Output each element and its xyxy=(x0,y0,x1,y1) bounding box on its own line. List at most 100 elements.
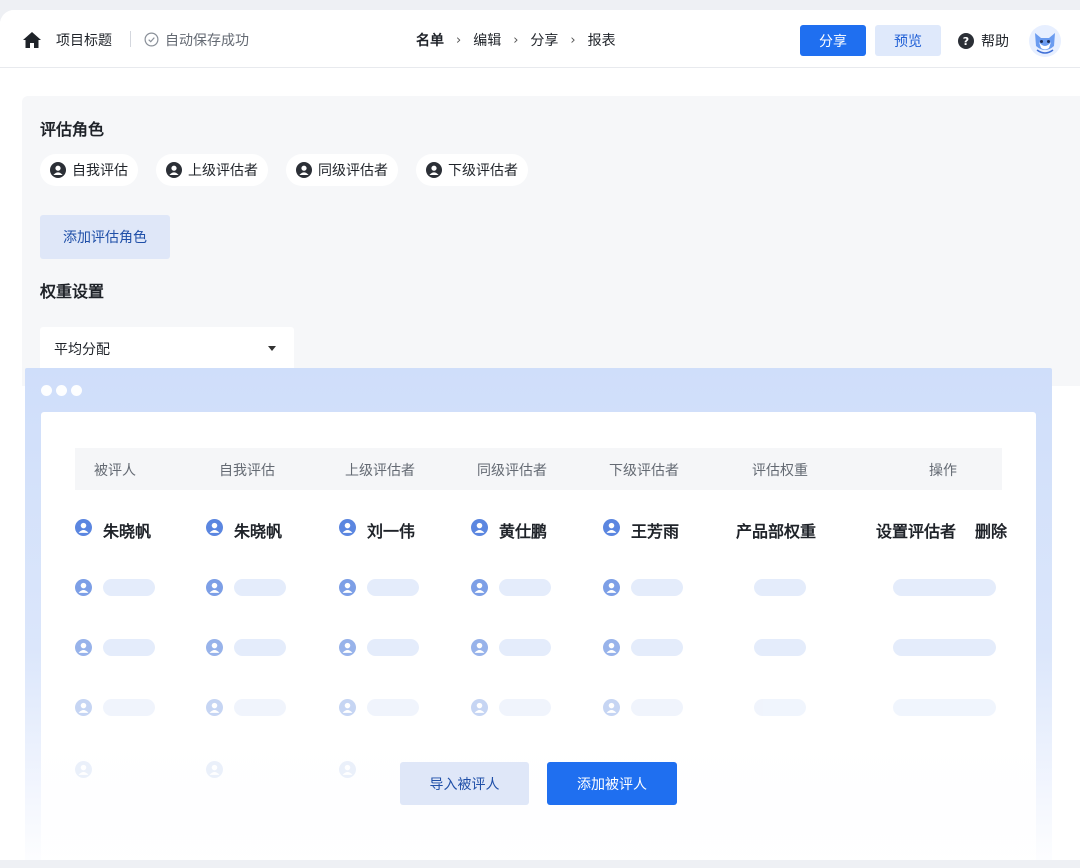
section-title-weight: 权重设置 xyxy=(40,282,105,301)
placeholder-bar xyxy=(103,579,155,596)
placeholder-bar xyxy=(499,699,551,716)
self-evaluator-name: 朱晓帆 xyxy=(234,522,283,541)
user-icon xyxy=(339,579,356,596)
user-icon xyxy=(471,519,488,536)
weight-value: 产品部权重 xyxy=(736,522,817,541)
user-icon xyxy=(206,699,223,716)
user-icon xyxy=(166,162,182,178)
home-icon[interactable] xyxy=(22,31,42,49)
placeholder-bar xyxy=(893,699,996,716)
role-label: 自我评估 xyxy=(72,163,128,179)
weight-select[interactable]: 平均分配 xyxy=(40,327,294,371)
user-icon xyxy=(75,579,92,596)
user-icon xyxy=(339,519,356,536)
role-label: 下级评估者 xyxy=(448,163,518,179)
user-icon xyxy=(206,639,223,656)
chevron-right-icon: › xyxy=(456,32,462,48)
import-evaluatees-button[interactable]: 导入被评人 xyxy=(400,762,529,805)
help-link[interactable]: 帮助 xyxy=(981,31,1009,51)
check-circle-icon xyxy=(144,32,159,47)
delete-link[interactable]: 删除 xyxy=(975,518,1007,542)
role-list: 自我评估 上级评估者 同级评估者 下级评估者 xyxy=(40,154,546,186)
user-icon xyxy=(75,519,92,536)
column-header: 操作 xyxy=(929,463,957,479)
column-header: 评估权重 xyxy=(752,463,808,479)
placeholder-bar xyxy=(234,699,286,716)
evaluatee-table-card: 被评人 自我评估 上级评估者 同级评估者 下级评估者 评估权重 操作 朱晓帆 朱… xyxy=(41,412,1036,860)
user-icon xyxy=(206,761,223,778)
preview-window: 被评人 自我评估 上级评估者 同级评估者 下级评估者 评估权重 操作 朱晓帆 朱… xyxy=(25,368,1052,860)
user-icon xyxy=(471,699,488,716)
breadcrumb-list[interactable]: 名单 xyxy=(416,30,444,50)
weight-select-value: 平均分配 xyxy=(54,342,110,358)
section-title-roles: 评估角色 xyxy=(40,120,105,139)
role-label: 上级评估者 xyxy=(188,163,258,179)
window-dots xyxy=(41,385,86,396)
placeholder-bar xyxy=(367,579,419,596)
user-icon xyxy=(206,579,223,596)
column-header: 上级评估者 xyxy=(345,463,415,479)
placeholder-bar xyxy=(499,639,551,656)
user-icon xyxy=(471,639,488,656)
user-icon xyxy=(471,579,488,596)
placeholder-bar xyxy=(754,699,806,716)
avatar[interactable] xyxy=(1028,24,1062,58)
breadcrumb: 名单 › 编辑 › 分享 › 报表 xyxy=(416,30,616,50)
breadcrumb-share[interactable]: 分享 xyxy=(530,30,558,50)
superior-evaluator-name: 刘一伟 xyxy=(367,522,416,541)
app-window: 项目标题 自动保存成功 名单 › 编辑 › 分享 › 报表 分享 预览 ? 帮助 xyxy=(0,10,1080,860)
user-icon xyxy=(75,761,92,778)
breadcrumb-report[interactable]: 报表 xyxy=(588,30,616,50)
top-bar: 项目标题 自动保存成功 名单 › 编辑 › 分享 › 报表 分享 预览 ? 帮助 xyxy=(0,10,1080,68)
placeholder-bar xyxy=(367,699,419,716)
role-chip-superior[interactable]: 上级评估者 xyxy=(156,154,268,186)
placeholder-bar xyxy=(631,639,683,656)
placeholder-bar xyxy=(499,579,551,596)
add-evaluatee-button[interactable]: 添加被评人 xyxy=(547,762,677,805)
placeholder-bar xyxy=(631,579,683,596)
placeholder-bar xyxy=(893,639,996,656)
project-title[interactable]: 项目标题 xyxy=(56,30,112,50)
evaluatee-name: 朱晓帆 xyxy=(103,522,152,541)
placeholder-bar xyxy=(631,699,683,716)
placeholder-bar xyxy=(103,699,155,716)
user-icon xyxy=(339,639,356,656)
share-button[interactable]: 分享 xyxy=(800,25,866,56)
role-chip-peer[interactable]: 同级评估者 xyxy=(286,154,398,186)
user-icon xyxy=(296,162,312,178)
divider xyxy=(130,31,131,47)
column-header: 自我评估 xyxy=(219,463,275,479)
placeholder-bar xyxy=(893,579,996,596)
preview-button[interactable]: 预览 xyxy=(875,25,941,56)
placeholder-bar xyxy=(103,639,155,656)
help-icon[interactable]: ? xyxy=(958,33,974,49)
user-icon xyxy=(75,699,92,716)
user-icon xyxy=(206,519,223,536)
user-icon xyxy=(339,761,356,778)
role-chip-subordinate[interactable]: 下级评估者 xyxy=(416,154,528,186)
placeholder-bar xyxy=(754,579,806,596)
set-evaluators-link[interactable]: 设置评估者 xyxy=(876,518,956,542)
user-icon xyxy=(426,162,442,178)
role-label: 同级评估者 xyxy=(318,163,388,179)
subordinate-evaluator-name: 王芳雨 xyxy=(631,522,680,541)
column-header: 被评人 xyxy=(94,463,136,479)
column-header: 同级评估者 xyxy=(477,463,547,479)
role-chip-self[interactable]: 自我评估 xyxy=(40,154,138,186)
user-icon xyxy=(603,639,620,656)
user-icon xyxy=(50,162,66,178)
user-icon xyxy=(75,639,92,656)
user-icon xyxy=(339,699,356,716)
caret-down-icon xyxy=(268,346,276,351)
chevron-right-icon: › xyxy=(570,32,576,48)
save-status: 自动保存成功 xyxy=(165,33,249,49)
user-icon xyxy=(603,579,620,596)
svg-text:?: ? xyxy=(963,35,969,48)
placeholder-bar xyxy=(367,639,419,656)
placeholder-bar xyxy=(234,579,286,596)
column-header: 下级评估者 xyxy=(609,463,679,479)
peer-evaluator-name: 黄仕鹏 xyxy=(499,522,548,541)
add-role-button[interactable]: 添加评估角色 xyxy=(40,215,170,259)
placeholder-bar xyxy=(234,639,286,656)
breadcrumb-edit[interactable]: 编辑 xyxy=(473,30,501,50)
